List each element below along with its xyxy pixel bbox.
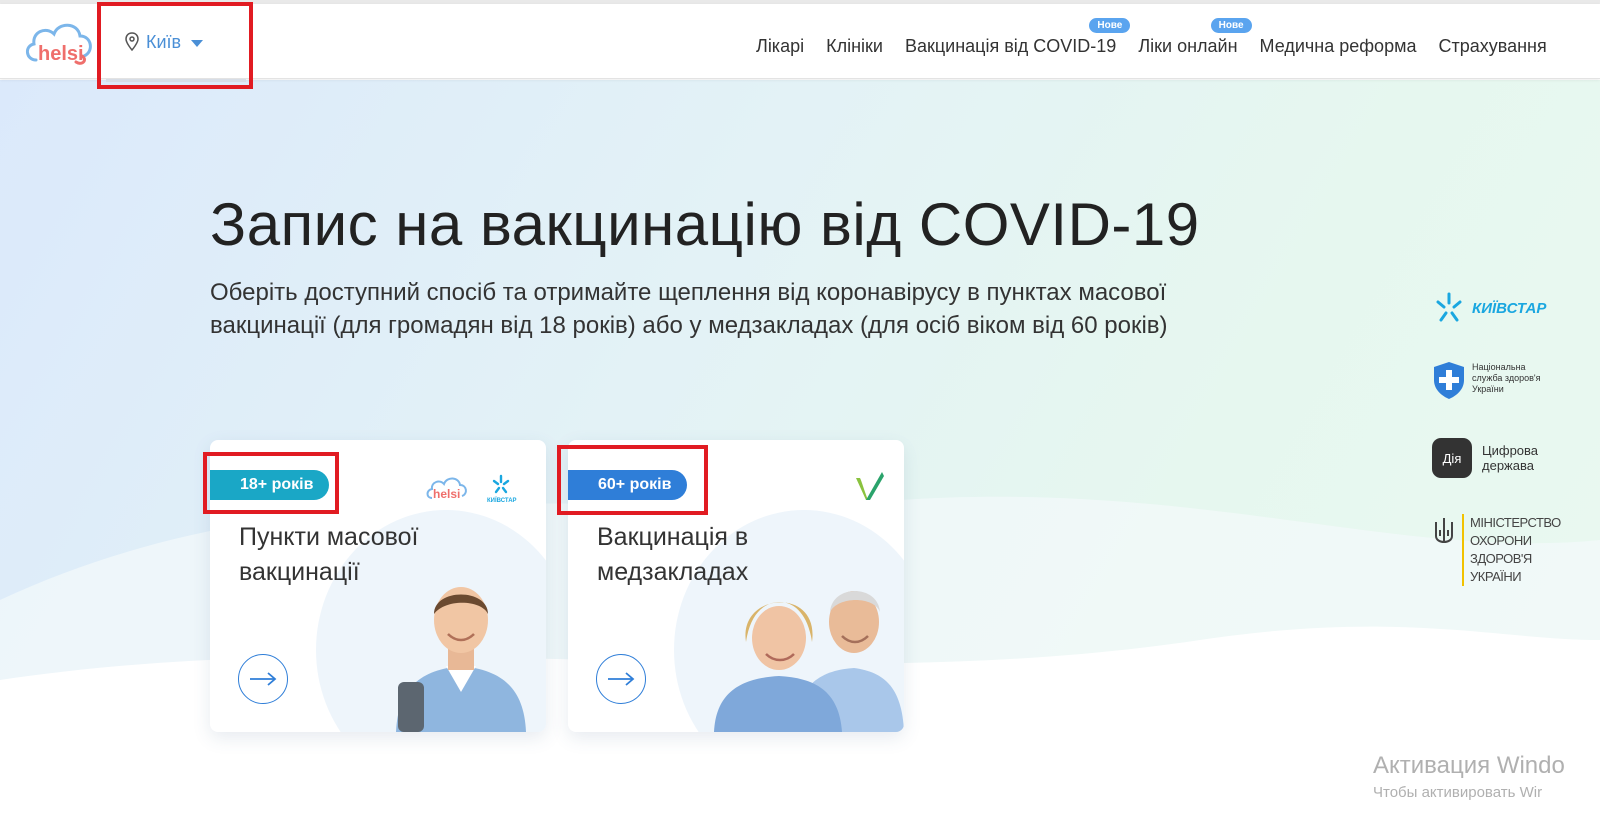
nav-label: Клініки <box>826 35 883 56</box>
diia-line-1: Цифрова <box>1482 443 1539 458</box>
nav-item-medicines-online[interactable]: Ліки онлайн Нове <box>1138 17 1252 57</box>
activation-line-1: Активация Windo <box>1373 752 1565 779</box>
nszu-line-2: служба здоров'я <box>1472 373 1541 383</box>
highlight-box-age-18 <box>203 452 339 514</box>
card-helsi-logo-text: helsi <box>433 487 460 501</box>
moz-line-3: ЗДОРОВ'Я <box>1470 551 1532 566</box>
young-man-photo <box>396 587 526 732</box>
diia-line-2: держава <box>1482 458 1534 473</box>
nav-item-insurance[interactable]: Страхування <box>1438 36 1546 57</box>
nav-label: Ліки онлайн <box>1138 35 1238 56</box>
trident-icon <box>1435 518 1453 544</box>
kyivstar-logo[interactable]: КИЇВСТАР <box>1432 290 1592 330</box>
nav-label: Медична реформа <box>1259 35 1417 56</box>
nav-label: Страхування <box>1438 35 1547 56</box>
card-arrow-button[interactable] <box>238 654 288 704</box>
moz-line-2: ОХОРОНИ <box>1470 533 1532 548</box>
highlight-box-age-60 <box>557 445 708 515</box>
card-arrow-button[interactable] <box>596 654 646 704</box>
card-partner-logos: helsi КИЇВСТАР <box>426 474 517 504</box>
nszu-line-1: Національна <box>1472 362 1526 372</box>
helsi-logo[interactable]: helsi <box>22 16 98 70</box>
arrow-right-icon <box>608 672 635 686</box>
highlight-box-city <box>97 2 253 89</box>
arrow-right-icon <box>250 672 277 686</box>
kyivstar-text: КИЇВСТАР <box>1472 300 1547 317</box>
kyivstar-star-icon <box>1436 292 1462 322</box>
nav-item-medical-reform[interactable]: Медична реформа <box>1260 36 1417 57</box>
page-title: Запис на вакцинацію від COVID-19 <box>210 191 1200 258</box>
nav-item-clinics[interactable]: Клініки <box>826 36 883 57</box>
page-subtitle: Оберіть доступний спосіб та отримайте ще… <box>210 279 1168 339</box>
nav-label: Вакцинація від COVID-19 <box>904 35 1117 56</box>
moz-line-1: МІНІСТЕРСТВО <box>1470 515 1561 530</box>
logo-text: helsi <box>38 43 84 65</box>
senior-couple-photo <box>714 591 904 732</box>
nszu-logo[interactable]: Національна служба здоров'я України <box>1432 360 1541 400</box>
vodafone-v-logo <box>856 472 884 500</box>
new-badge: Нове <box>1089 17 1131 33</box>
card-kyivstar-text: КИЇВСТАР <box>487 497 517 504</box>
moz-line-4: УКРАЇНИ <box>1470 569 1522 584</box>
nszu-line-3: України <box>1472 384 1504 394</box>
moz-logo[interactable]: МІНІСТЕРСТВО ОХОРОНИ ЗДОРОВ'Я УКРАЇНИ <box>1432 514 1561 586</box>
kyivstar-star-icon <box>492 474 510 494</box>
new-badge: Нове <box>1210 17 1252 33</box>
nav-item-doctors[interactable]: Лікарі <box>756 36 804 57</box>
nav-item-covid-vaccination[interactable]: Вакцинація від COVID-19 Нове <box>904 17 1131 57</box>
shield-icon <box>1434 362 1464 399</box>
diia-icon-label: Дія <box>1442 450 1462 466</box>
diia-icon: Дія <box>1432 438 1472 478</box>
activation-line-2: Чтобы активировать Wir <box>1373 784 1543 801</box>
main-nav: Лікарі Клініки Вакцинація від COVID-19 Но… <box>756 17 1569 60</box>
windows-activation-watermark: Активация Windo Чтобы активировать Wir <box>1373 752 1565 801</box>
nav-label: Лікарі <box>756 35 805 56</box>
diia-logo[interactable]: Дія Цифрова держава <box>1432 438 1538 478</box>
